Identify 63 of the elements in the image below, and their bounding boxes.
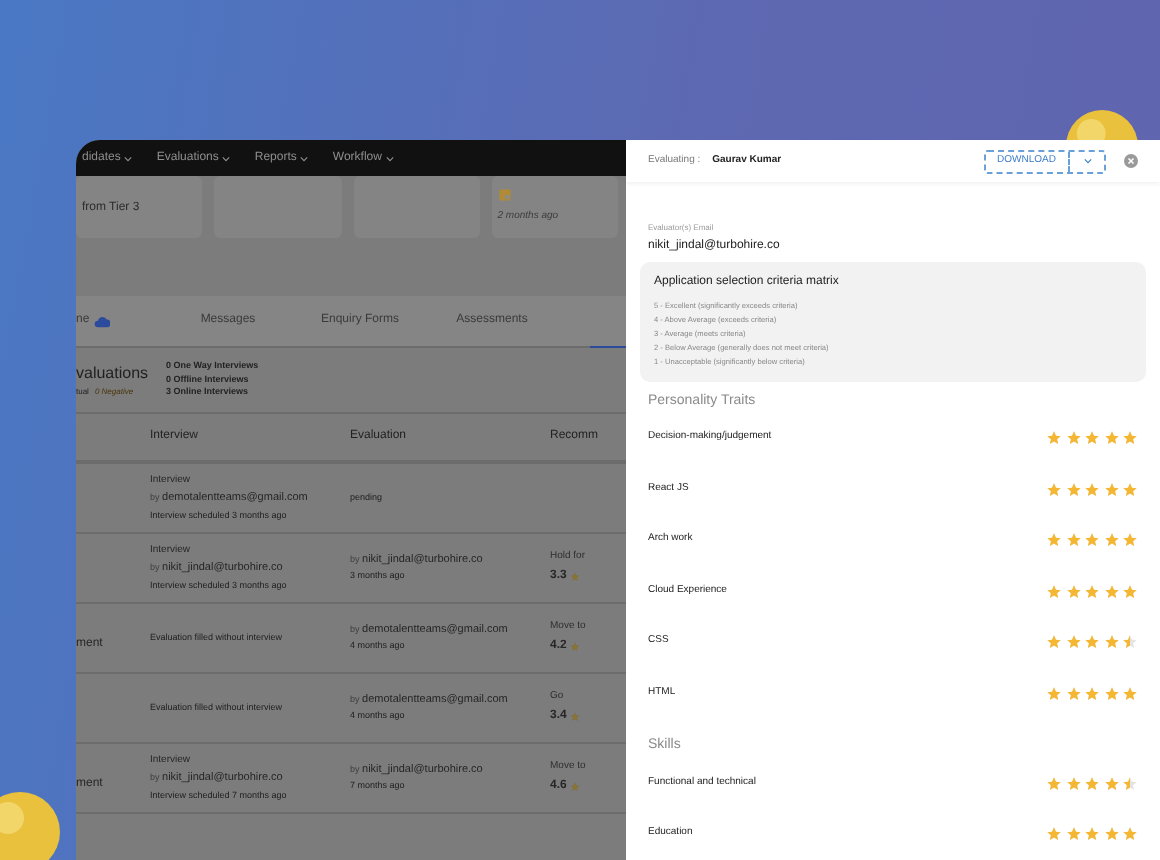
- star-icon: [1065, 826, 1081, 843]
- caret-icon: [385, 155, 394, 161]
- star-icon: [1103, 634, 1119, 651]
- star-icon: [1122, 481, 1138, 498]
- star-icon: [1046, 826, 1062, 843]
- star-rating[interactable]: [1046, 430, 1138, 447]
- caret-icon: [222, 155, 231, 161]
- star-icon: [1046, 634, 1062, 651]
- star-icon: [1065, 430, 1081, 447]
- star-rating[interactable]: [1046, 583, 1138, 600]
- star-icon: [1065, 532, 1081, 549]
- caret-icon: [300, 155, 309, 161]
- star-icon: [1084, 481, 1100, 498]
- star-icon: [1103, 481, 1119, 498]
- star-icon: [1065, 481, 1081, 498]
- star-icon: [1103, 775, 1119, 792]
- star-icon: [1103, 583, 1119, 600]
- summary-card: [214, 176, 341, 238]
- star-icon: [1103, 430, 1119, 447]
- star-rating[interactable]: [1046, 481, 1138, 498]
- star-icon: [570, 781, 581, 792]
- star-icon: [1122, 685, 1138, 702]
- star-rating[interactable]: [1046, 634, 1138, 651]
- star-icon: [1046, 430, 1062, 447]
- calendar-icon: [497, 188, 512, 202]
- star-rating[interactable]: [1046, 775, 1138, 792]
- star-icon: [1103, 685, 1119, 702]
- star-icon: [1122, 583, 1138, 600]
- star-icon: [1046, 532, 1062, 549]
- star-icon: [1084, 430, 1100, 447]
- star-icon: [1084, 685, 1100, 702]
- star-icon: [1103, 532, 1119, 549]
- star-rating[interactable]: [1046, 826, 1138, 843]
- star-icon: [1046, 685, 1062, 702]
- star-icon: [570, 571, 581, 582]
- star-icon: [1122, 532, 1138, 549]
- close-icon[interactable]: [1124, 154, 1138, 168]
- star-icon: [1122, 826, 1138, 843]
- star-icon: [1065, 583, 1081, 600]
- star-icon: [1084, 826, 1100, 843]
- star-icon: [570, 641, 581, 652]
- star-icon: [1065, 775, 1081, 792]
- star-icon: [1084, 634, 1100, 651]
- star-icon: [1103, 826, 1119, 843]
- star-icon: [570, 711, 581, 722]
- star-icon: [1046, 481, 1062, 498]
- star-icon: [1122, 775, 1138, 792]
- star-icon: [1084, 583, 1100, 600]
- star-icon: [1065, 685, 1081, 702]
- star-icon: [1122, 634, 1138, 651]
- caret-icon: [1083, 158, 1091, 164]
- star-icon: [1046, 775, 1062, 792]
- star-rating[interactable]: [1046, 532, 1138, 549]
- cloud-icon: [93, 315, 110, 327]
- star-icon: [1084, 532, 1100, 549]
- star-icon: [1084, 775, 1100, 792]
- caret-icon: [124, 155, 133, 161]
- star-icon: [1046, 583, 1062, 600]
- star-icon: [1122, 430, 1138, 447]
- star-rating[interactable]: [1046, 685, 1138, 702]
- summary-card: [353, 176, 480, 238]
- star-icon: [1065, 634, 1081, 651]
- section-title: valuations: [76, 362, 150, 386]
